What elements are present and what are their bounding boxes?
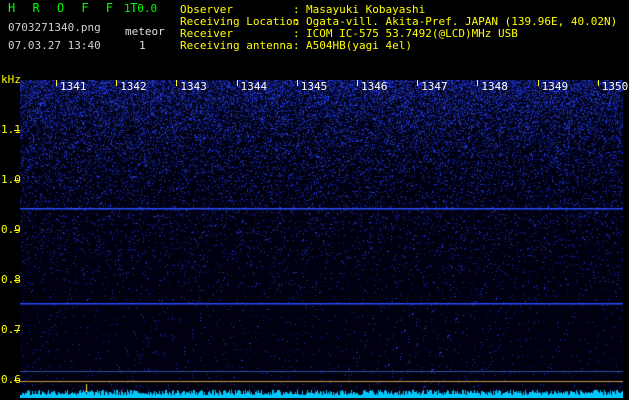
x-tick-mark	[477, 80, 479, 86]
x-tick-label: 1349	[541, 80, 569, 93]
x-tick-label: 1342	[120, 80, 147, 93]
app-version: 1.0.0	[124, 2, 158, 15]
image-filename: 0703271340.png	[8, 21, 101, 34]
y-tick-mark	[14, 230, 20, 231]
antenna-label: Receiving antenna	[180, 39, 293, 52]
y-axis-unit: kHz	[1, 73, 21, 86]
timestamp: 07.03.27 13:40	[8, 39, 101, 52]
x-tick-label: 1347	[421, 80, 448, 93]
x-tick-mark	[296, 80, 298, 86]
antenna-value: A504HB(yagi 4el)	[306, 39, 412, 52]
x-tick-label: 1346	[361, 80, 388, 93]
x-tick-label: 1343	[180, 80, 207, 93]
x-tick-mark	[56, 80, 57, 86]
x-tick-label: 1350	[601, 80, 629, 93]
y-tick-mark	[14, 180, 20, 181]
x-tick-mark	[236, 80, 238, 86]
x-tick-mark	[357, 80, 358, 86]
x-tick-label: 1348	[481, 80, 508, 93]
spectrogram-plot	[20, 80, 623, 398]
x-tick-mark	[597, 80, 599, 86]
meteor-count: 1	[139, 39, 146, 52]
x-tick-label: 1341	[60, 80, 87, 93]
x-tick-mark	[176, 80, 178, 86]
x-tick-mark	[417, 80, 419, 86]
x-tick-label: 1344	[240, 80, 268, 93]
app-title: H R O F F T	[8, 1, 143, 15]
y-tick-mark	[14, 330, 20, 331]
y-tick-mark	[14, 280, 20, 281]
separator: :	[293, 39, 300, 52]
x-tick-mark	[537, 80, 539, 86]
meteor-label: meteor	[125, 25, 165, 38]
y-tick-mark	[14, 380, 20, 381]
x-tick-mark	[116, 80, 118, 86]
spectrogram-window: H R O F F T 1.0.0 0703271340.png 07.03.2…	[0, 0, 629, 400]
x-tick-label: 1345	[300, 80, 328, 93]
y-tick-mark	[14, 130, 20, 131]
